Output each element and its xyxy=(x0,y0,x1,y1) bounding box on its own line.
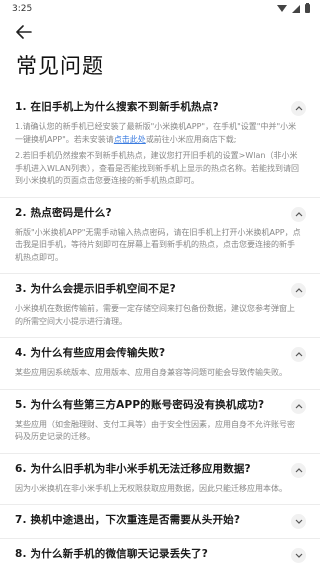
status-bar: 3:25 xyxy=(0,0,320,17)
faq-question: 6. 为什么旧手机为非小米手机无法迁移应用数据? xyxy=(15,462,251,475)
faq-item: 4. 为什么有些应用会传输失败? 某些应用因系统版本、应用版本、应用自身兼容等问… xyxy=(0,338,320,390)
chevron-up-icon[interactable] xyxy=(291,462,306,478)
faq-question: 2. 热点密码是什么? xyxy=(15,206,112,219)
signal-icon xyxy=(292,4,300,13)
back-button[interactable] xyxy=(12,20,36,44)
download-link[interactable]: 点击此处 xyxy=(114,135,146,144)
faq-header[interactable]: 5. 为什么有些第三方APP的账号密码没有换机成功? xyxy=(0,390,320,414)
faq-answer-para-1: 1.请确认您的新手机已经安装了最新版"小米换机APP"，在手机"设置"中并"小米… xyxy=(15,121,302,146)
answer-text: 或前往小米应用商店下载; xyxy=(145,134,237,144)
status-time: 3:25 xyxy=(12,3,33,14)
chevron-down-icon[interactable] xyxy=(291,514,306,529)
faq-header[interactable]: 2. 热点密码是什么? xyxy=(0,198,320,222)
faq-answer: 因为小米换机在非小米手机上无权限获取应用数据，因此只能迁移应用本体。 xyxy=(15,483,287,493)
page-title: 常见问题 xyxy=(16,54,104,78)
chevron-up-icon[interactable] xyxy=(291,206,306,222)
faq-question: 7. 换机中途退出，下次重连是否需要从头开始? xyxy=(15,514,241,526)
faq-header[interactable]: 4. 为什么有些应用会传输失败? xyxy=(0,338,320,362)
faq-question: 5. 为什么有些第三方APP的账号密码没有换机成功? xyxy=(15,398,265,411)
faq-item: 5. 为什么有些第三方APP的账号密码没有换机成功? 某些应用（如金融理财、支付… xyxy=(0,390,320,454)
faq-answer: 新版"小米换机APP"无需手动输入热点密码，请在旧手机上打开小米换机APP，点击… xyxy=(15,227,301,262)
faq-question: 8. 为什么新手机的微信聊天记录丢失了? xyxy=(15,548,209,560)
faq-item: 8. 为什么新手机的微信聊天记录丢失了? xyxy=(0,539,320,568)
back-arrow-icon xyxy=(16,25,32,39)
faq-answer: 1.请确认您的新手机已经安装了最新版"小米换机APP"，在手机"设置"中并"小米… xyxy=(0,116,320,197)
faq-answer-para-2: 2.若旧手机仍然搜索不到新手机热点，建议您打开旧手机的设置>Wlan（非小米手机… xyxy=(15,151,300,185)
faq-header[interactable]: 7. 换机中途退出，下次重连是否需要从头开始? xyxy=(0,505,320,538)
faq-list: 1. 在旧手机上为什么搜索不到新手机热点? 1.请确认您的新手机已经安装了最新版… xyxy=(0,92,320,568)
faq-item: 1. 在旧手机上为什么搜索不到新手机热点? 1.请确认您的新手机已经安装了最新版… xyxy=(0,92,320,198)
faq-item: 6. 为什么旧手机为非小米手机无法迁移应用数据? 因为小米换机在非小米手机上无权… xyxy=(0,454,320,505)
wifi-icon xyxy=(277,5,287,12)
chevron-up-icon[interactable] xyxy=(291,283,306,298)
faq-header[interactable]: 3. 为什么会提示旧手机空间不足? xyxy=(0,274,320,298)
status-icons xyxy=(277,3,310,13)
faq-answer: 某些应用（如金融理财、支付工具等）由于安全性因素，应用自身不允许账号密码及历史记… xyxy=(15,419,295,442)
faq-header[interactable]: 8. 为什么新手机的微信聊天记录丢失了? xyxy=(0,539,320,568)
faq-item: 3. 为什么会提示旧手机空间不足? 小米换机在数据传输前，需要一定存储空间来打包… xyxy=(0,274,320,338)
battery-icon xyxy=(305,3,310,13)
faq-question: 4. 为什么有些应用会传输失败? xyxy=(15,347,166,359)
chevron-up-icon[interactable] xyxy=(291,347,306,362)
chevron-down-icon[interactable] xyxy=(291,548,306,563)
faq-item: 2. 热点密码是什么? 新版"小米换机APP"无需手动输入热点密码，请在旧手机上… xyxy=(0,198,320,274)
faq-question: 1. 在旧手机上为什么搜索不到新手机热点? xyxy=(15,101,219,113)
faq-header[interactable]: 6. 为什么旧手机为非小米手机无法迁移应用数据? xyxy=(0,454,320,478)
faq-item: 7. 换机中途退出，下次重连是否需要从头开始? xyxy=(0,505,320,539)
faq-answer: 某些应用因系统版本、应用版本、应用自身兼容等问题可能会导致传输失败。 xyxy=(15,368,287,377)
faq-answer: 小米换机在数据传输前，需要一定存储空间来打包备份数据，建议您参考弹窗上的所需空间… xyxy=(15,304,295,326)
chevron-up-icon[interactable] xyxy=(291,398,306,414)
faq-header[interactable]: 1. 在旧手机上为什么搜索不到新手机热点? xyxy=(0,92,320,116)
chevron-up-icon[interactable] xyxy=(291,101,306,116)
faq-question: 3. 为什么会提示旧手机空间不足? xyxy=(15,283,176,295)
